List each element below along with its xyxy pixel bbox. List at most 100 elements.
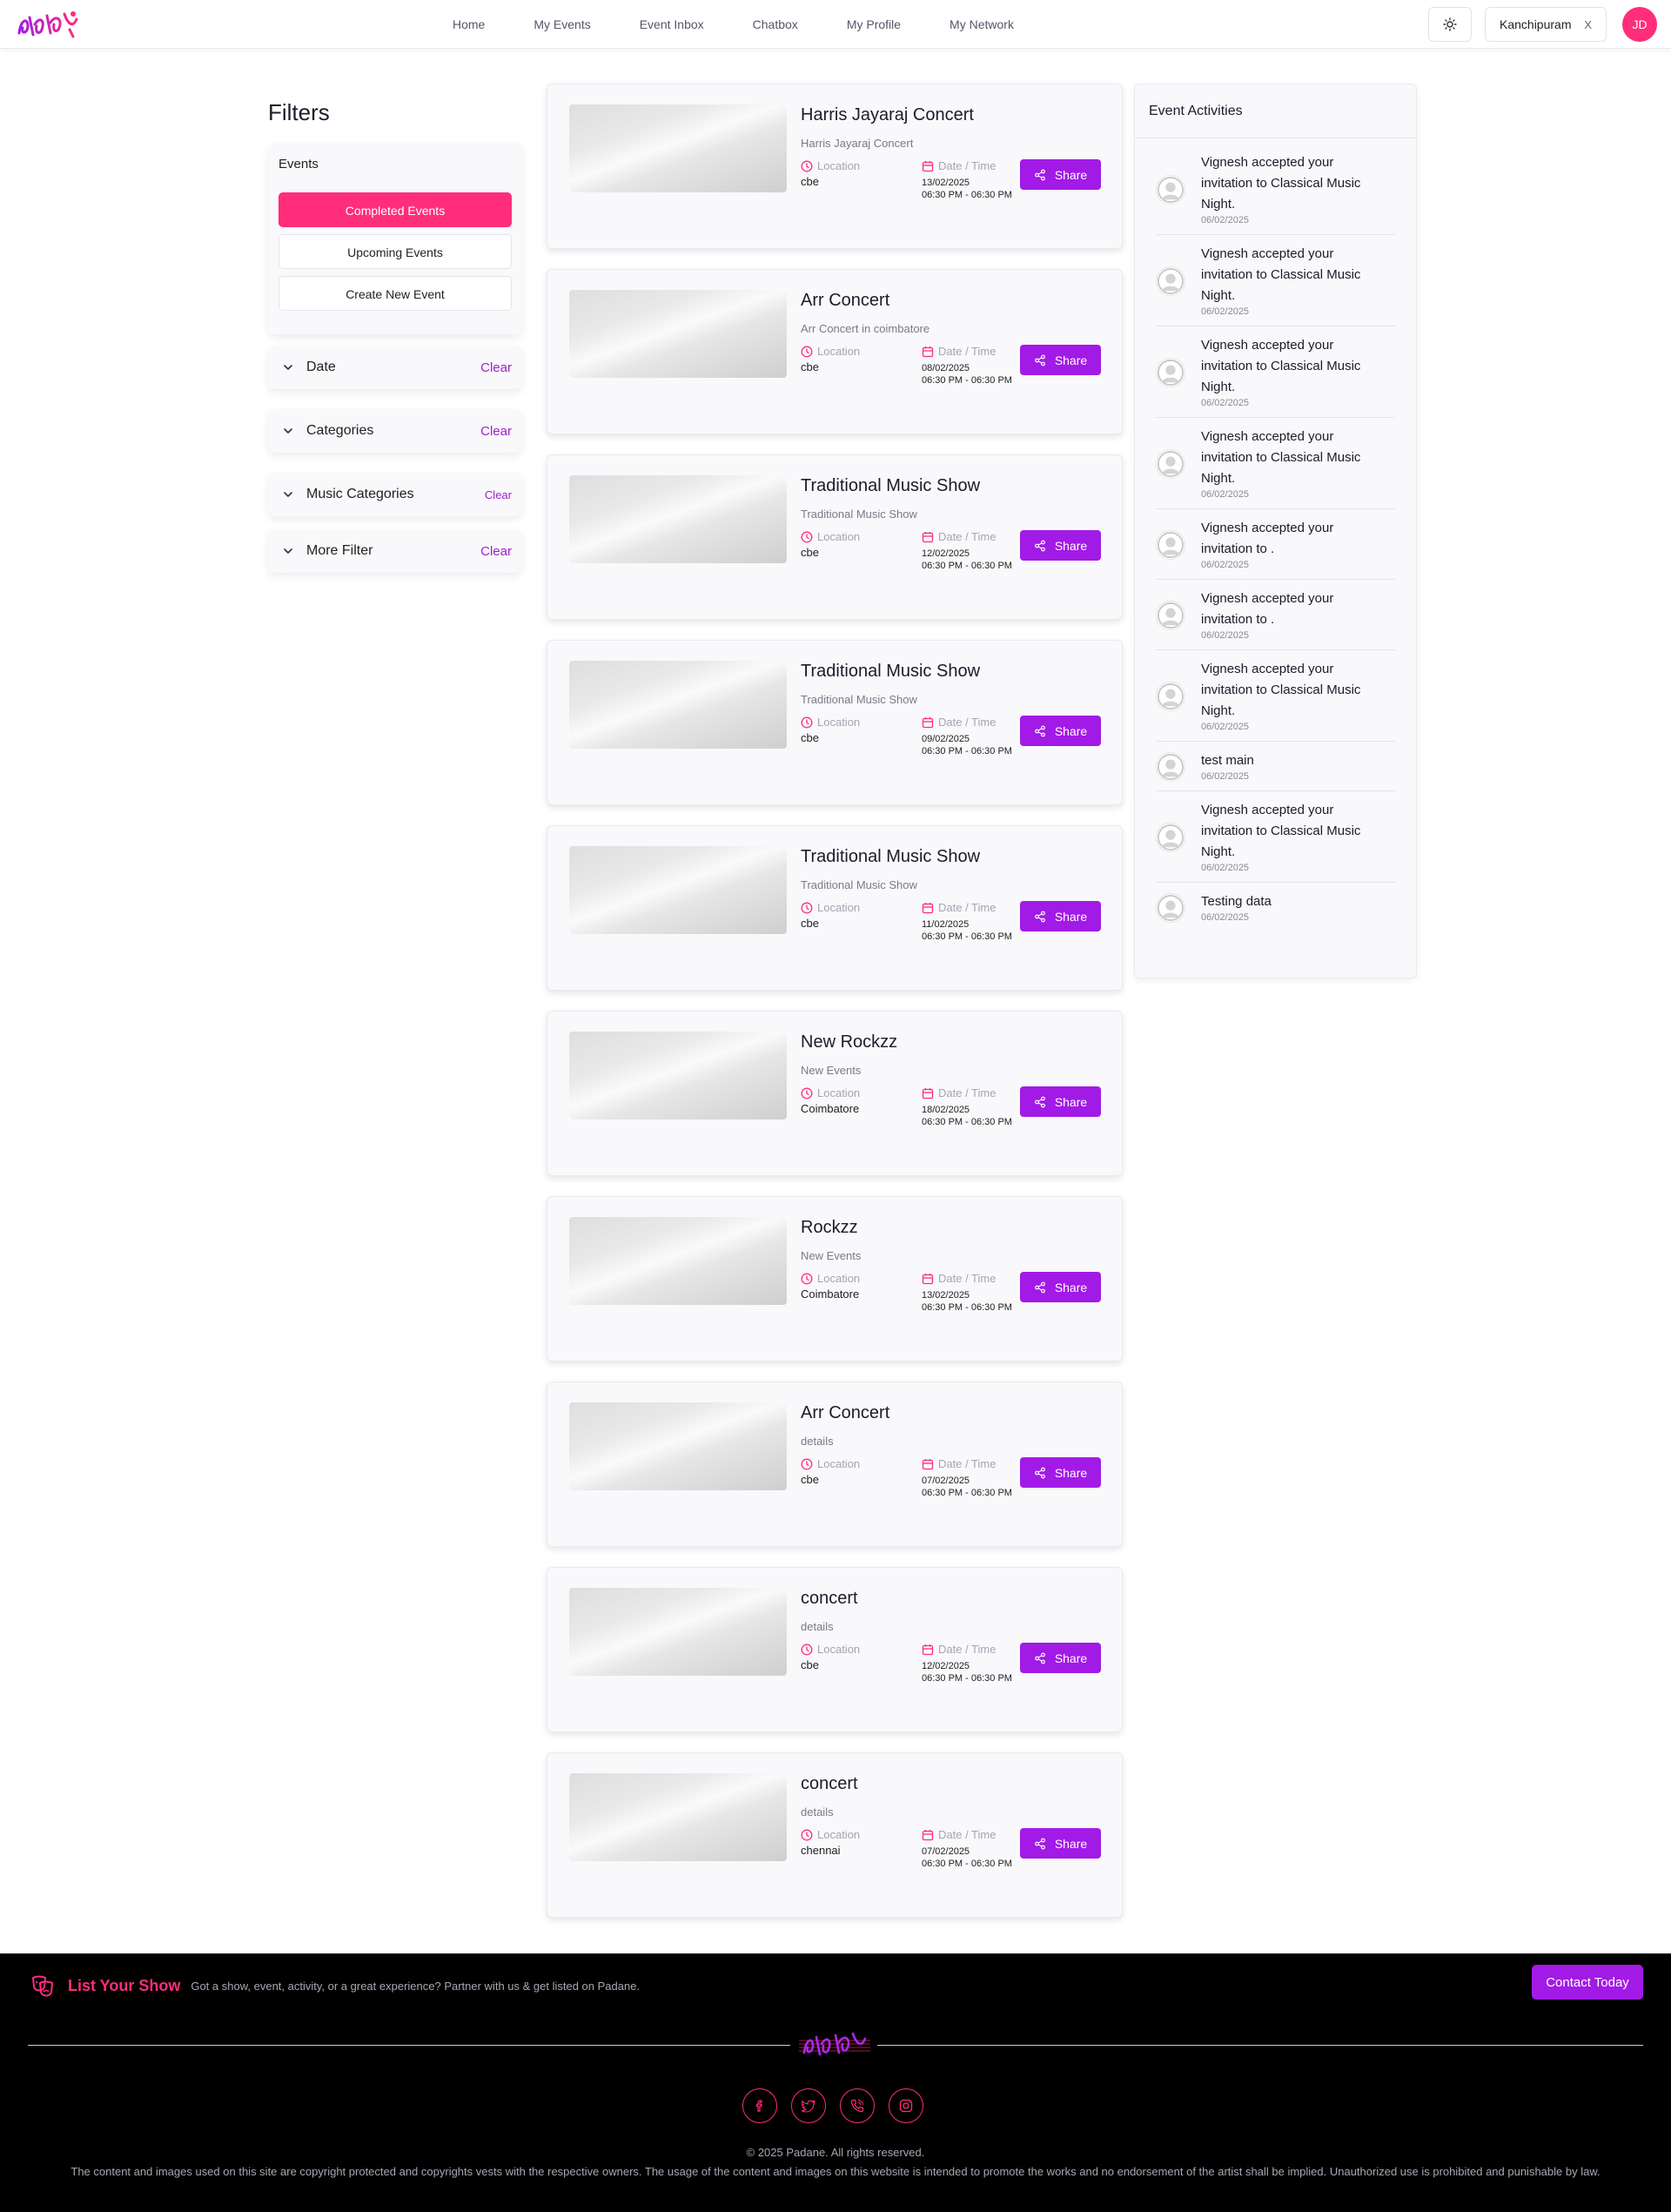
share-icon (1034, 911, 1045, 922)
activity-date: 06/02/2025 (1201, 630, 1250, 641)
event-location: cbe (801, 175, 819, 188)
user-avatar[interactable]: JD (1622, 7, 1657, 42)
share-button[interactable]: Share (1020, 901, 1101, 931)
event-title[interactable]: Traditional Music Show (801, 476, 980, 496)
activity-date: 06/02/2025 (1201, 863, 1250, 873)
music-categories-filter-accordion[interactable]: Music Categories Clear (268, 473, 522, 516)
event-time: 06:30 PM - 06:30 PM (922, 1302, 1012, 1313)
event-card[interactable]: Traditional Music Show Traditional Music… (547, 454, 1123, 620)
event-thumbnail[interactable] (569, 475, 787, 563)
nav-chatbox[interactable]: Chatbox (753, 17, 798, 31)
padane-footer-logo[interactable] (799, 2028, 870, 2061)
activity-text: test main (1201, 750, 1395, 771)
event-card[interactable]: Arr Concert details Location cbe Date / … (547, 1382, 1123, 1547)
facebook-link[interactable] (742, 2088, 777, 2123)
activity-item[interactable]: Vignesh accepted your invitation to Class… (1156, 791, 1395, 883)
share-button[interactable]: Share (1020, 530, 1101, 561)
event-thumbnail[interactable] (569, 1217, 787, 1305)
activity-text: Testing data (1201, 891, 1395, 912)
date-filter-label: Date (306, 360, 336, 374)
event-title[interactable]: concert (801, 1589, 858, 1609)
date-filter-accordion[interactable]: Date Clear (268, 346, 522, 389)
nav-my-events[interactable]: My Events (534, 17, 590, 31)
share-button[interactable]: Share (1020, 1086, 1101, 1117)
activity-avatar (1156, 682, 1185, 711)
contact-today-button[interactable]: Contact Today (1532, 1965, 1643, 2000)
event-thumbnail[interactable] (569, 846, 787, 934)
phone-link[interactable] (840, 2088, 875, 2123)
activity-text-line: invitation to Classical Music (1201, 824, 1361, 838)
nav-my-network[interactable]: My Network (950, 17, 1014, 31)
share-label: Share (1054, 1280, 1088, 1294)
event-title[interactable]: Rockzz (801, 1218, 858, 1238)
event-card[interactable]: Traditional Music Show Traditional Music… (547, 825, 1123, 991)
event-title[interactable]: Harris Jayaraj Concert (801, 105, 974, 125)
location-clear-button[interactable]: X (1584, 18, 1592, 31)
activity-item[interactable]: Vignesh accepted your invitation to Class… (1156, 326, 1395, 418)
activity-item[interactable]: Testing data 06/02/2025 (1156, 883, 1395, 931)
event-title[interactable]: Traditional Music Show (801, 662, 980, 682)
user-placeholder-icon (1157, 267, 1184, 295)
categories-clear-button[interactable]: Clear (480, 424, 512, 439)
date-clear-button[interactable]: Clear (480, 360, 512, 375)
event-title[interactable]: concert (801, 1774, 858, 1794)
share-button[interactable]: Share (1020, 1457, 1101, 1488)
activity-item[interactable]: Vignesh accepted your invitation to . 06/… (1156, 580, 1395, 650)
padane-logo[interactable] (16, 7, 84, 42)
calendar-icon (922, 1087, 934, 1099)
event-title[interactable]: Traditional Music Show (801, 847, 980, 867)
event-title[interactable]: Arr Concert (801, 291, 889, 311)
create-new-event-button[interactable]: Create New Event (278, 276, 512, 311)
completed-events-button[interactable]: Completed Events (278, 192, 512, 227)
nav-event-inbox[interactable]: Event Inbox (640, 17, 704, 31)
event-thumbnail[interactable] (569, 661, 787, 749)
share-button[interactable]: Share (1020, 1828, 1101, 1859)
nav-my-profile[interactable]: My Profile (847, 17, 901, 31)
event-card[interactable]: Rockzz New Events Location Coimbatore Da… (547, 1196, 1123, 1361)
event-card[interactable]: Traditional Music Show Traditional Music… (547, 640, 1123, 805)
event-datetime: 13/02/2025 06:30 PM - 06:30 PM (922, 177, 1012, 201)
event-card[interactable]: Harris Jayaraj Concert Harris Jayaraj Co… (547, 84, 1123, 249)
sun-icon (1443, 17, 1457, 31)
nav-home[interactable]: Home (453, 17, 485, 31)
share-button[interactable]: Share (1020, 1643, 1101, 1673)
event-location: Coimbatore (801, 1288, 860, 1301)
activity-item[interactable]: Vignesh accepted your invitation to . 06/… (1156, 509, 1395, 580)
location-selector[interactable]: Kanchipuram X (1485, 7, 1607, 42)
datetime-label: Date / Time (922, 716, 996, 729)
theme-toggle-button[interactable] (1428, 7, 1472, 42)
activity-item[interactable]: test main 06/02/2025 (1156, 742, 1395, 791)
event-card[interactable]: Arr Concert Arr Concert in coimbatore Lo… (547, 269, 1123, 434)
instagram-link[interactable] (889, 2088, 923, 2123)
event-thumbnail[interactable] (569, 1032, 787, 1119)
event-thumbnail[interactable] (569, 104, 787, 192)
event-thumbnail[interactable] (569, 1402, 787, 1490)
activity-item[interactable]: Vignesh accepted your invitation to Class… (1156, 418, 1395, 509)
event-thumbnail[interactable] (569, 1588, 787, 1676)
event-card[interactable]: New Rockzz New Events Location Coimbator… (547, 1011, 1123, 1176)
share-button[interactable]: Share (1020, 159, 1101, 190)
location-label: Location (801, 1272, 860, 1285)
event-thumbnail[interactable] (569, 1773, 787, 1861)
event-card[interactable]: concert details Location cbe Date / Time… (547, 1567, 1123, 1732)
share-button[interactable]: Share (1020, 1272, 1101, 1302)
share-button[interactable]: Share (1020, 345, 1101, 375)
event-title[interactable]: Arr Concert (801, 1403, 889, 1423)
event-thumbnail[interactable] (569, 290, 787, 378)
more-filter-accordion[interactable]: More Filter Clear (268, 529, 522, 573)
activity-item[interactable]: Vignesh accepted your invitation to Class… (1156, 650, 1395, 742)
list-your-show-banner: List Your Show Got a show, event, activi… (28, 1971, 640, 2000)
categories-filter-accordion[interactable]: Categories Clear (268, 409, 522, 453)
activity-date: 06/02/2025 (1201, 215, 1250, 225)
more-filter-clear-button[interactable]: Clear (480, 544, 512, 559)
activity-item[interactable]: Vignesh accepted your invitation to Class… (1156, 138, 1395, 235)
share-button[interactable]: Share (1020, 716, 1101, 746)
activity-item[interactable]: Vignesh accepted your invitation to Class… (1156, 235, 1395, 326)
upcoming-events-button[interactable]: Upcoming Events (278, 234, 512, 269)
event-card[interactable]: concert details Location chennai Date / … (547, 1752, 1123, 1918)
share-icon (1034, 354, 1045, 366)
twitter-link[interactable] (791, 2088, 826, 2123)
datetime-label: Date / Time (922, 1828, 996, 1841)
event-title[interactable]: New Rockzz (801, 1032, 897, 1052)
music-categories-clear-button[interactable]: Clear (485, 488, 512, 501)
